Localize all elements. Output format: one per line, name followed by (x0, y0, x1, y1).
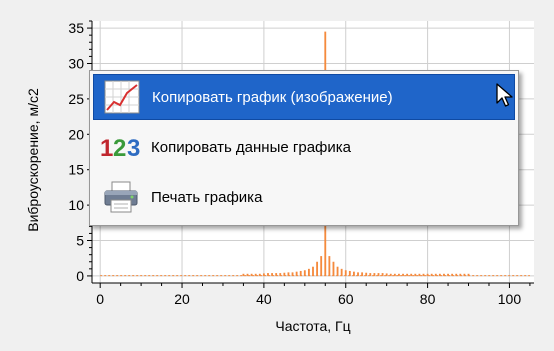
menu-item-label: Копировать данные графика (151, 138, 351, 156)
spectrum-bar (377, 273, 380, 276)
spectrum-bar (275, 273, 278, 276)
y-tick-label: 30 (68, 55, 84, 71)
spectrum-bar (406, 273, 409, 276)
svg-text:3: 3 (127, 135, 140, 162)
spectrum-bar (267, 273, 269, 276)
spectrum-bar (393, 273, 396, 276)
x-tick-label: 40 (256, 291, 272, 307)
spectrum-bar (332, 261, 335, 276)
menu-item-copy-data[interactable]: 1 2 3 Копировать данные графика (93, 124, 515, 170)
spectrum-bar (443, 273, 445, 276)
spectrum-bar (283, 272, 286, 276)
menu-item-label: Печать графика (151, 188, 263, 206)
spectrum-bar (438, 273, 441, 276)
context-menu: Копировать график (изображение) 1 2 3 Ко… (89, 70, 519, 226)
x-tick-label: 60 (338, 291, 354, 307)
y-axis-label: Виброускорение, м/с2 (25, 88, 41, 232)
menu-item-copy-image[interactable]: Копировать график (изображение) (93, 74, 515, 120)
x-tick-label: 80 (420, 291, 436, 307)
x-tick-label: 20 (174, 291, 190, 307)
spectrum-bar (459, 273, 462, 276)
spectrum-bar (287, 272, 290, 276)
spectrum-bar (328, 256, 331, 276)
y-tick-label: 25 (68, 91, 84, 107)
mouse-cursor-icon (496, 83, 513, 107)
x-tick-label: 100 (498, 291, 522, 307)
spectrum-bar (398, 273, 400, 276)
spectrum-bar (426, 273, 429, 276)
spectrum-bar (303, 270, 306, 276)
spectrum-bar (381, 273, 384, 276)
spectrum-bar (455, 273, 458, 276)
spectrum-bar (344, 270, 347, 276)
spectrum-bar (373, 273, 376, 276)
spectrum-bar (291, 272, 294, 276)
spectrum-bar (447, 273, 449, 276)
spectrum-bar (279, 273, 282, 276)
spectrum-bar (361, 272, 364, 276)
y-tick-label: 10 (68, 197, 84, 213)
y-tick-label: 5 (76, 233, 84, 249)
spectrum-bar (353, 271, 355, 276)
spectrum-bar (389, 273, 392, 276)
spectrum-bar (467, 273, 470, 276)
spectrum-bar (414, 273, 417, 276)
spectrum-bar (418, 273, 421, 276)
spectrum-bar (312, 266, 314, 276)
spectrum-bar (410, 273, 413, 276)
y-tick-label: 20 (68, 126, 84, 142)
spectrum-bar (307, 268, 310, 276)
svg-text:2: 2 (113, 135, 126, 162)
menu-item-label: Копировать график (изображение) (152, 88, 393, 106)
y-tick-label: 0 (76, 268, 84, 284)
spectrum-bar (369, 273, 372, 276)
spectrum-bar (262, 273, 265, 276)
spectrum-bar (430, 273, 433, 276)
spectrum-bar (271, 273, 273, 276)
spectrum-bar (254, 273, 257, 276)
spectrum-bar (242, 273, 245, 276)
spectrum-bar (246, 273, 249, 276)
spectrum-bar (463, 273, 466, 276)
spectrum-bar (434, 273, 437, 276)
printer-icon (99, 175, 143, 219)
spectrum-bar (295, 271, 298, 276)
x-axis-label: Частота, Гц (275, 318, 350, 334)
spectrum-bar (365, 272, 368, 276)
x-tick-label: 0 (96, 291, 104, 307)
spectrum-bar (402, 273, 404, 276)
spectrum-bar (320, 256, 323, 276)
y-tick-label: 35 (68, 20, 84, 36)
y-tick-label: 15 (68, 162, 84, 178)
numbers-123-icon: 1 2 3 (99, 125, 143, 169)
spectrum-bar (258, 273, 261, 276)
spectrum-bar (451, 273, 454, 276)
spectrum-bar (357, 272, 359, 276)
spectrum-bar (340, 268, 343, 276)
menu-item-print[interactable]: Печать графика (93, 174, 515, 220)
spectrum-bar (385, 273, 388, 276)
chart-image-icon (100, 75, 144, 119)
spectrum-bar (250, 273, 253, 276)
spectrum-bar (422, 273, 425, 276)
spectrum-bar (336, 266, 339, 276)
spectrum-bar (316, 261, 319, 276)
spectrum-bar (299, 270, 302, 276)
spectrum-bar (348, 270, 351, 276)
svg-text:1: 1 (100, 135, 113, 162)
